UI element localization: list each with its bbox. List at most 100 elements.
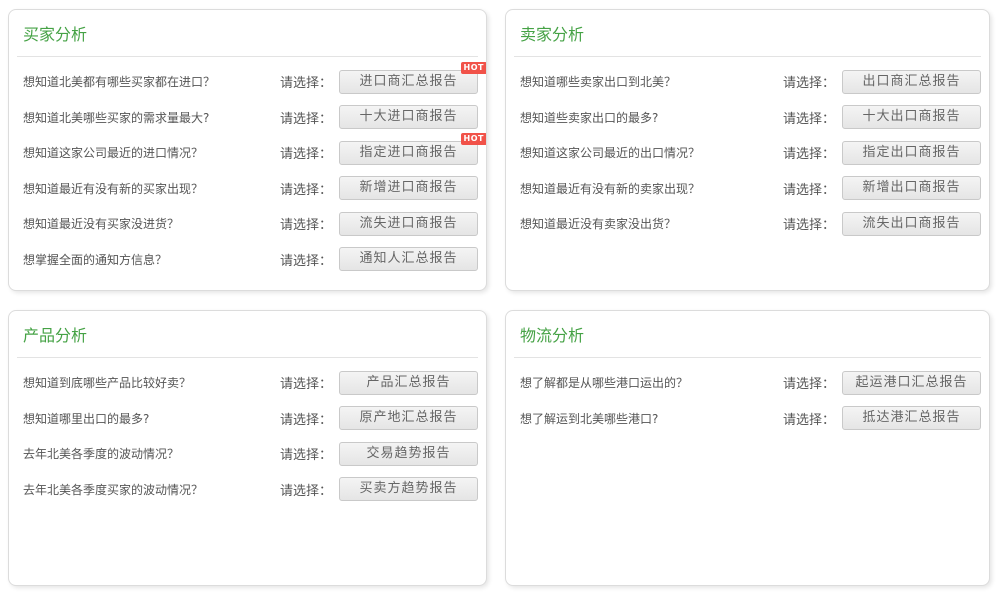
panel-header: 产品分析: [17, 311, 478, 358]
report-button-wrap: 买卖方趋势报告: [339, 477, 478, 501]
select-label: 请选择：: [280, 143, 332, 162]
report-button-wrap: 通知人汇总报告: [339, 247, 478, 271]
report-button-wrap: 十大进口商报告: [339, 105, 478, 129]
report-button-wrap: 流失出口商报告: [842, 212, 981, 236]
select-label: 请选择：: [280, 179, 332, 198]
question-text: 想知道这家公司最近的出口情况？: [514, 144, 783, 161]
report-row: 想知道到底哪些产品比较好卖？ 请选择： 产品汇总报告: [17, 365, 478, 401]
report-button[interactable]: 出口商汇总报告: [842, 70, 981, 94]
question-text: 去年北美各季度的波动情况？: [17, 445, 280, 462]
question-text: 想知道些卖家出口的最多?: [514, 109, 783, 126]
report-row: 想知道这家公司最近的进口情况？ 请选择： 指定进口商报告 HOT: [17, 135, 478, 171]
report-button[interactable]: 十大进口商报告: [339, 105, 478, 129]
report-button-wrap: 起运港口汇总报告: [842, 371, 981, 395]
panel-buyer-analysis: 买家分析 想知道北美都有哪些买家都在进口？ 请选择： 进口商汇总报告 HOT 想…: [8, 9, 487, 291]
report-button[interactable]: 起运港口汇总报告: [842, 371, 981, 395]
report-button-wrap: 指定进口商报告 HOT: [339, 141, 478, 165]
report-row: 去年北美各季度的波动情况？ 请选择： 交易趋势报告: [17, 436, 478, 472]
report-button[interactable]: 买卖方趋势报告: [339, 477, 478, 501]
report-button-wrap: 进口商汇总报告 HOT: [339, 70, 478, 94]
select-label: 请选择：: [783, 409, 835, 428]
report-button-wrap: 交易趋势报告: [339, 442, 478, 466]
select-label: 请选择：: [280, 373, 332, 392]
select-label: 请选择：: [280, 72, 332, 91]
report-button-wrap: 指定出口商报告: [842, 141, 981, 165]
panel-header: 买家分析: [17, 10, 478, 57]
question-text: 想知道北美哪些买家的需求量最大?: [17, 109, 280, 126]
select-label: 请选择：: [783, 72, 835, 91]
question-text: 想知道这家公司最近的进口情况？: [17, 144, 280, 161]
report-row: 想知道哪些卖家出口到北美？ 请选择： 出口商汇总报告: [514, 64, 981, 100]
question-text: 想了解运到北美哪些港口?: [514, 410, 783, 427]
question-text: 想知道最近没有卖家没出货？: [514, 215, 783, 232]
select-label: 请选择：: [280, 444, 332, 463]
hot-badge: HOT: [461, 133, 487, 145]
select-label: 请选择：: [280, 108, 332, 127]
report-button[interactable]: 交易趋势报告: [339, 442, 478, 466]
report-button-wrap: 出口商汇总报告: [842, 70, 981, 94]
panel-rows: 想了解都是从哪些港口运出的？ 请选择： 起运港口汇总报告 想了解运到北美哪些港口…: [514, 365, 981, 436]
report-row: 想知道北美哪些买家的需求量最大? 请选择： 十大进口商报告: [17, 100, 478, 136]
report-selection-page: 买家分析 想知道北美都有哪些买家都在进口？ 请选择： 进口商汇总报告 HOT 想…: [0, 0, 998, 586]
question-text: 想知道到底哪些产品比较好卖？: [17, 374, 280, 391]
select-label: 请选择：: [783, 373, 835, 392]
panel-seller-analysis: 卖家分析 想知道哪些卖家出口到北美？ 请选择： 出口商汇总报告 想知道些卖家出口…: [505, 9, 990, 291]
report-button[interactable]: 指定进口商报告: [339, 141, 478, 165]
report-row: 想知道这家公司最近的出口情况？ 请选择： 指定出口商报告: [514, 135, 981, 171]
select-label: 请选择：: [783, 179, 835, 198]
report-button-wrap: 新增出口商报告: [842, 176, 981, 200]
report-row: 想知道最近有没有新的买家出现？ 请选择： 新增进口商报告: [17, 171, 478, 207]
panel-rows: 想知道到底哪些产品比较好卖？ 请选择： 产品汇总报告 想知道哪里出口的最多? 请…: [17, 365, 478, 507]
report-row: 想知道最近没有卖家没出货？ 请选择： 流失出口商报告: [514, 206, 981, 242]
report-row: 想了解运到北美哪些港口? 请选择： 抵达港汇总报告: [514, 401, 981, 437]
question-text: 去年北美各季度买家的波动情况？: [17, 481, 280, 498]
report-button[interactable]: 进口商汇总报告: [339, 70, 478, 94]
report-button[interactable]: 流失进口商报告: [339, 212, 478, 236]
question-text: 想掌握全面的通知方信息？: [17, 251, 280, 268]
question-text: 想知道最近有没有新的卖家出现？: [514, 180, 783, 197]
report-button-wrap: 抵达港汇总报告: [842, 406, 981, 430]
select-label: 请选择：: [280, 214, 332, 233]
select-label: 请选择：: [783, 108, 835, 127]
panel-rows: 想知道北美都有哪些买家都在进口？ 请选择： 进口商汇总报告 HOT 想知道北美哪…: [17, 64, 478, 277]
report-button[interactable]: 新增出口商报告: [842, 176, 981, 200]
panel-product-analysis: 产品分析 想知道到底哪些产品比较好卖？ 请选择： 产品汇总报告 想知道哪里出口的…: [8, 310, 487, 586]
panel-header: 物流分析: [514, 311, 981, 358]
report-button[interactable]: 流失出口商报告: [842, 212, 981, 236]
question-text: 想知道北美都有哪些买家都在进口？: [17, 73, 280, 90]
question-text: 想知道哪些卖家出口到北美？: [514, 73, 783, 90]
question-text: 想知道最近有没有新的买家出现？: [17, 180, 280, 197]
report-button[interactable]: 通知人汇总报告: [339, 247, 478, 271]
report-row: 想知道哪里出口的最多? 请选择： 原产地汇总报告: [17, 401, 478, 437]
report-button[interactable]: 抵达港汇总报告: [842, 406, 981, 430]
select-label: 请选择：: [783, 143, 835, 162]
panel-title: 卖家分析: [520, 24, 975, 45]
panel-title: 物流分析: [520, 325, 975, 346]
report-row: 想了解都是从哪些港口运出的？ 请选择： 起运港口汇总报告: [514, 365, 981, 401]
panel-title: 产品分析: [23, 325, 472, 346]
question-text: 想知道最近没有买家没进货？: [17, 215, 280, 232]
select-label: 请选择：: [280, 409, 332, 428]
report-button[interactable]: 原产地汇总报告: [339, 406, 478, 430]
report-button[interactable]: 十大出口商报告: [842, 105, 981, 129]
question-text: 想了解都是从哪些港口运出的？: [514, 374, 783, 391]
hot-badge: HOT: [461, 62, 487, 74]
report-button[interactable]: 指定出口商报告: [842, 141, 981, 165]
report-button-wrap: 原产地汇总报告: [339, 406, 478, 430]
panel-header: 卖家分析: [514, 10, 981, 57]
select-label: 请选择：: [783, 214, 835, 233]
report-row: 想知道北美都有哪些买家都在进口？ 请选择： 进口商汇总报告 HOT: [17, 64, 478, 100]
report-button-wrap: 流失进口商报告: [339, 212, 478, 236]
report-button[interactable]: 新增进口商报告: [339, 176, 478, 200]
panel-title: 买家分析: [23, 24, 472, 45]
report-button[interactable]: 产品汇总报告: [339, 371, 478, 395]
question-text: 想知道哪里出口的最多?: [17, 410, 280, 427]
select-label: 请选择：: [280, 250, 332, 269]
report-row: 想知道最近没有买家没进货？ 请选择： 流失进口商报告: [17, 206, 478, 242]
report-button-wrap: 新增进口商报告: [339, 176, 478, 200]
report-button-wrap: 产品汇总报告: [339, 371, 478, 395]
report-row: 想知道最近有没有新的卖家出现？ 请选择： 新增出口商报告: [514, 171, 981, 207]
report-button-wrap: 十大出口商报告: [842, 105, 981, 129]
select-label: 请选择：: [280, 480, 332, 499]
report-row: 去年北美各季度买家的波动情况？ 请选择： 买卖方趋势报告: [17, 472, 478, 508]
